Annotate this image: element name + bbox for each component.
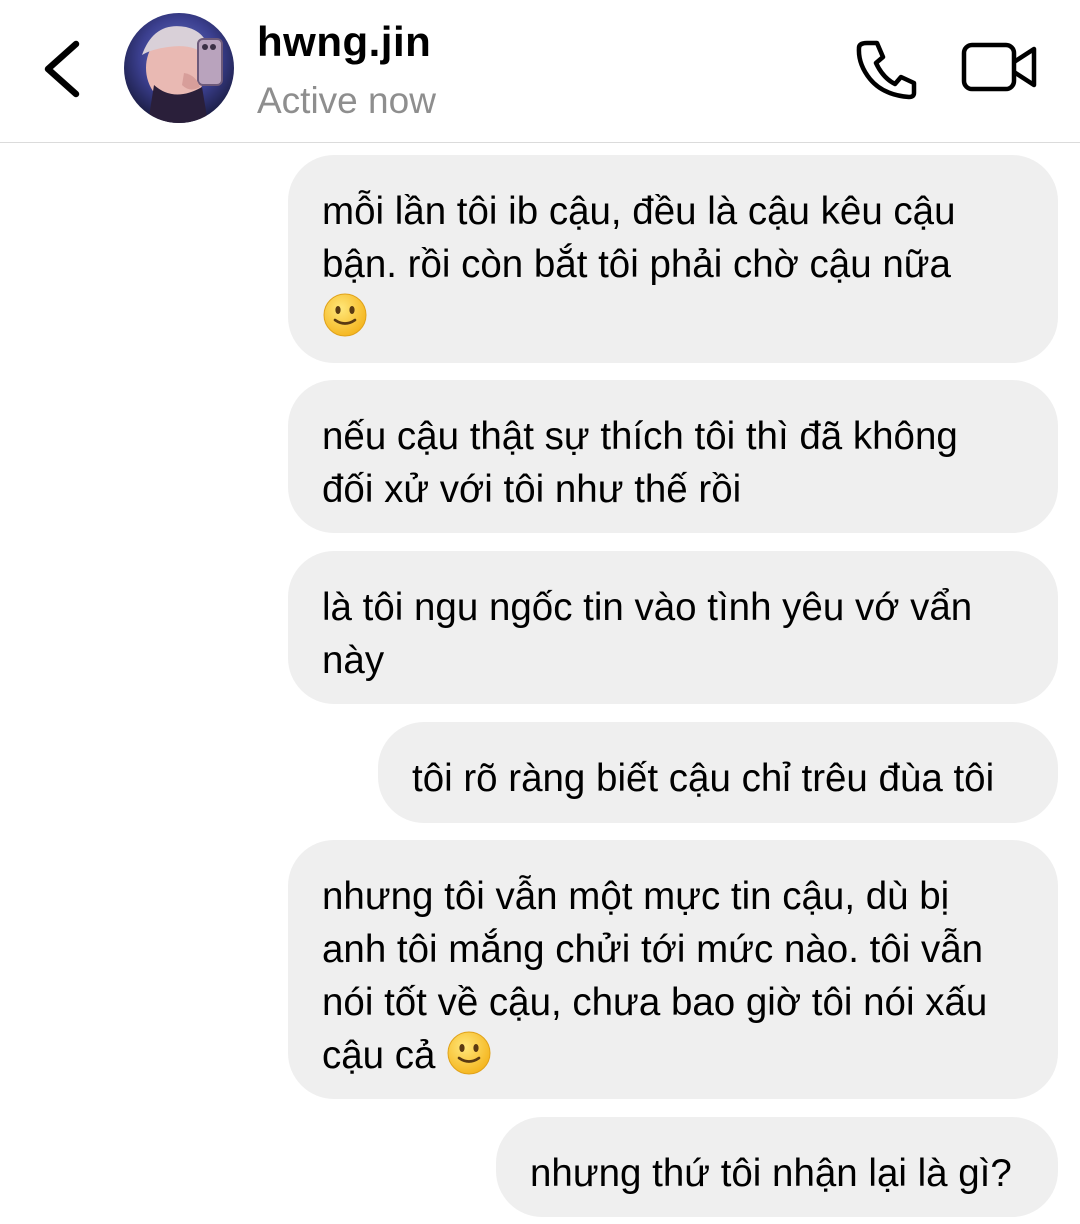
message-bubble[interactable]: nhưng tôi vẫn một mực tin cậu, dù bị anh…: [288, 840, 1058, 1099]
message-bubble[interactable]: là tôi ngu ngốc tin vào tình yêu vớ vẩn …: [288, 551, 1058, 704]
chat-header: hwng.jin Active now: [0, 0, 1080, 143]
active-status: Active now: [257, 80, 436, 121]
slightly-smiling-face-icon: [447, 1031, 491, 1075]
message-text: là tôi ngu ngốc tin vào tình yêu vớ vẩn …: [322, 586, 973, 682]
message-text: nhưng tôi vẫn một mực tin cậu, dù bị anh…: [322, 875, 988, 1077]
chevron-left-icon[interactable]: [40, 38, 84, 100]
message-text: nhưng thứ tôi nhận lại là gì?: [530, 1152, 1012, 1195]
avatar[interactable]: [124, 13, 234, 123]
message-bubble[interactable]: nhưng thứ tôi nhận lại là gì?: [496, 1117, 1058, 1217]
message-text: tôi rõ ràng biết cậu chỉ trêu đùa tôi: [412, 757, 995, 800]
phone-icon[interactable]: [853, 38, 919, 100]
message-text: nếu cậu thật sự thích tôi thì đã không đ…: [322, 415, 958, 511]
contact-name[interactable]: hwng.jin: [257, 18, 431, 66]
message-text: mỗi lần tôi ib cậu, đều là cậu kêu cậu b…: [322, 190, 956, 286]
slightly-smiling-face-icon: [323, 293, 367, 337]
message-bubble[interactable]: tôi rõ ràng biết cậu chỉ trêu đùa tôi: [378, 722, 1058, 823]
message-bubble[interactable]: mỗi lần tôi ib cậu, đều là cậu kêu cậu b…: [288, 155, 1058, 363]
message-bubble[interactable]: nếu cậu thật sự thích tôi thì đã không đ…: [288, 380, 1058, 533]
video-camera-icon[interactable]: [960, 40, 1038, 94]
